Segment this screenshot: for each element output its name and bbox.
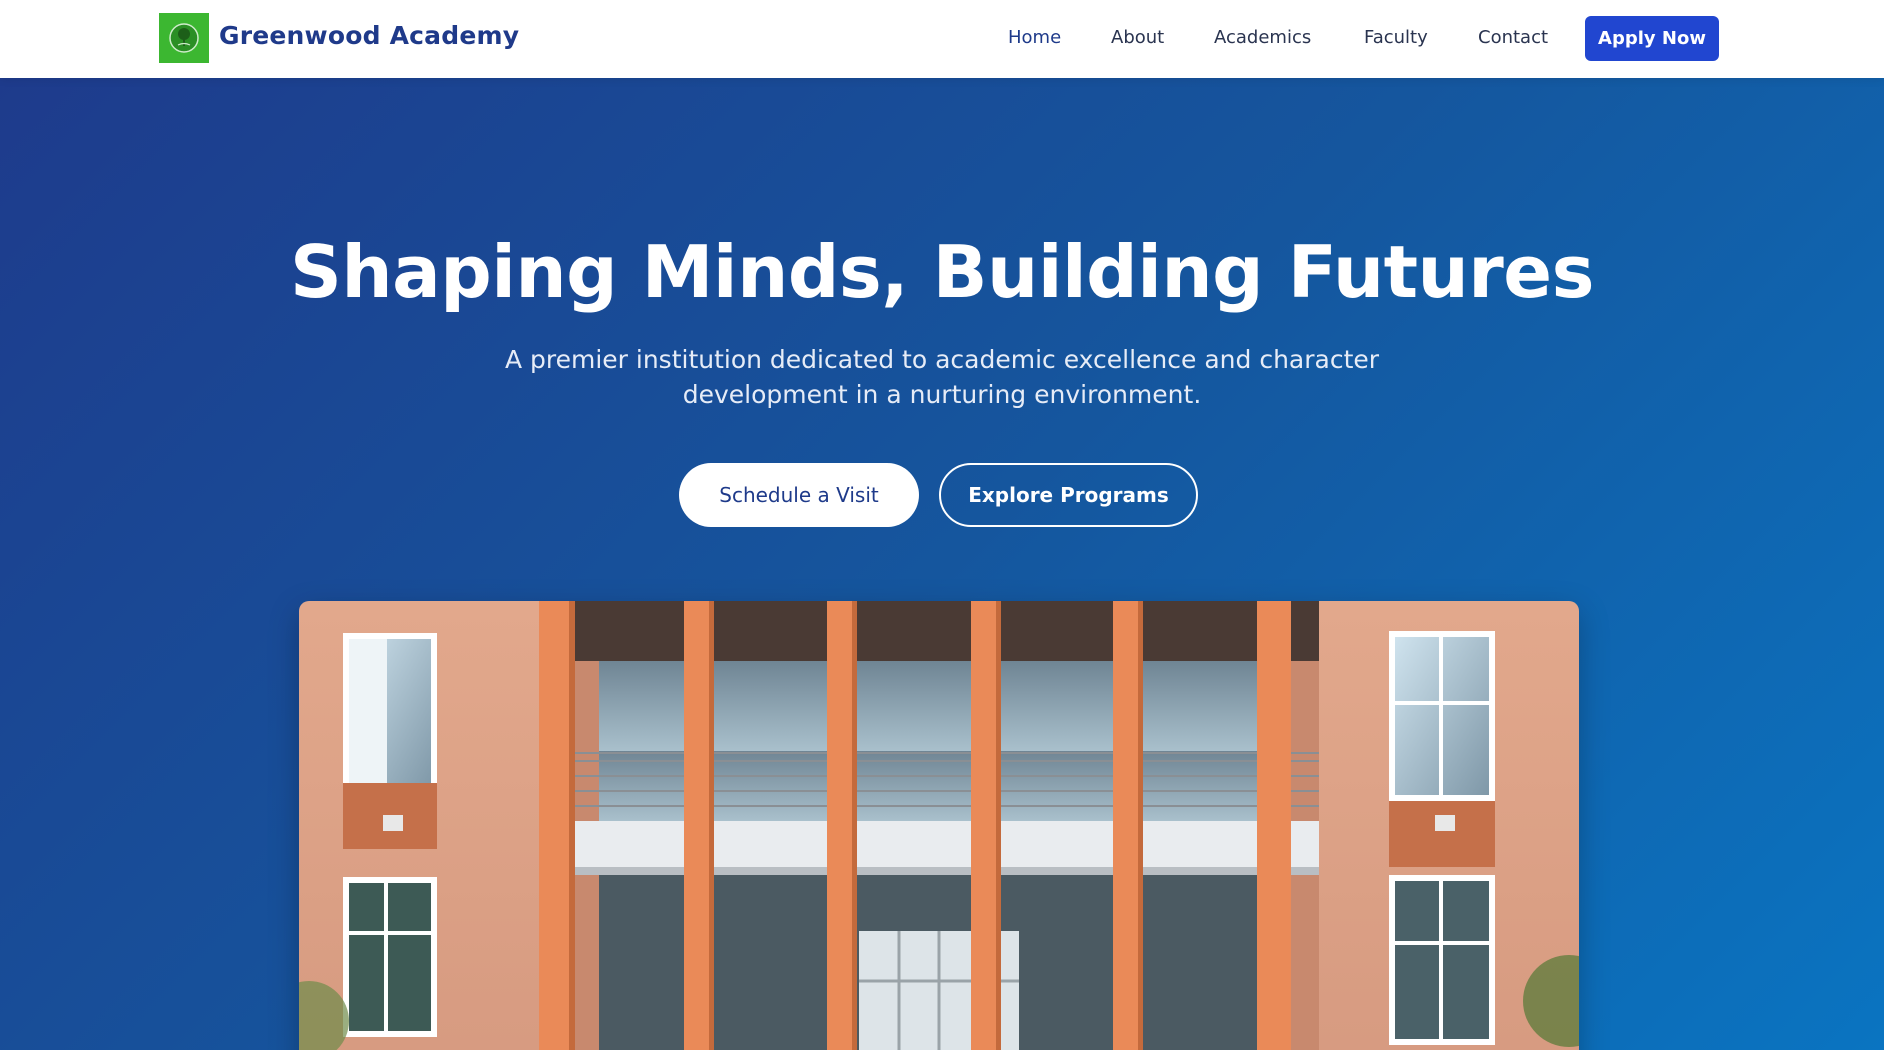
hero-section: Shaping Minds, Building Futures A premie… <box>0 78 1884 1050</box>
hero-subtitle: A premier institution dedicated to acade… <box>504 345 1380 409</box>
site-header: Greenwood Academy Home About Academics F… <box>0 0 1884 78</box>
nav-academics[interactable]: Academics <box>1214 27 1311 48</box>
explore-programs-button[interactable]: Explore Programs <box>939 463 1198 527</box>
brand-name[interactable]: Greenwood Academy <box>219 21 519 50</box>
nav-home[interactable]: Home <box>1008 27 1061 48</box>
nav-about[interactable]: About <box>1111 27 1164 48</box>
apply-now-button[interactable]: Apply Now <box>1585 16 1719 61</box>
schedule-visit-button[interactable]: Schedule a Visit <box>679 463 919 527</box>
logo[interactable] <box>159 13 209 63</box>
nav-contact[interactable]: Contact <box>1478 27 1548 48</box>
hero-title: Shaping Minds, Building Futures <box>290 230 1594 314</box>
nav-faculty[interactable]: Faculty <box>1364 27 1428 48</box>
tree-icon <box>169 23 199 53</box>
campus-building-image <box>299 601 1579 1050</box>
